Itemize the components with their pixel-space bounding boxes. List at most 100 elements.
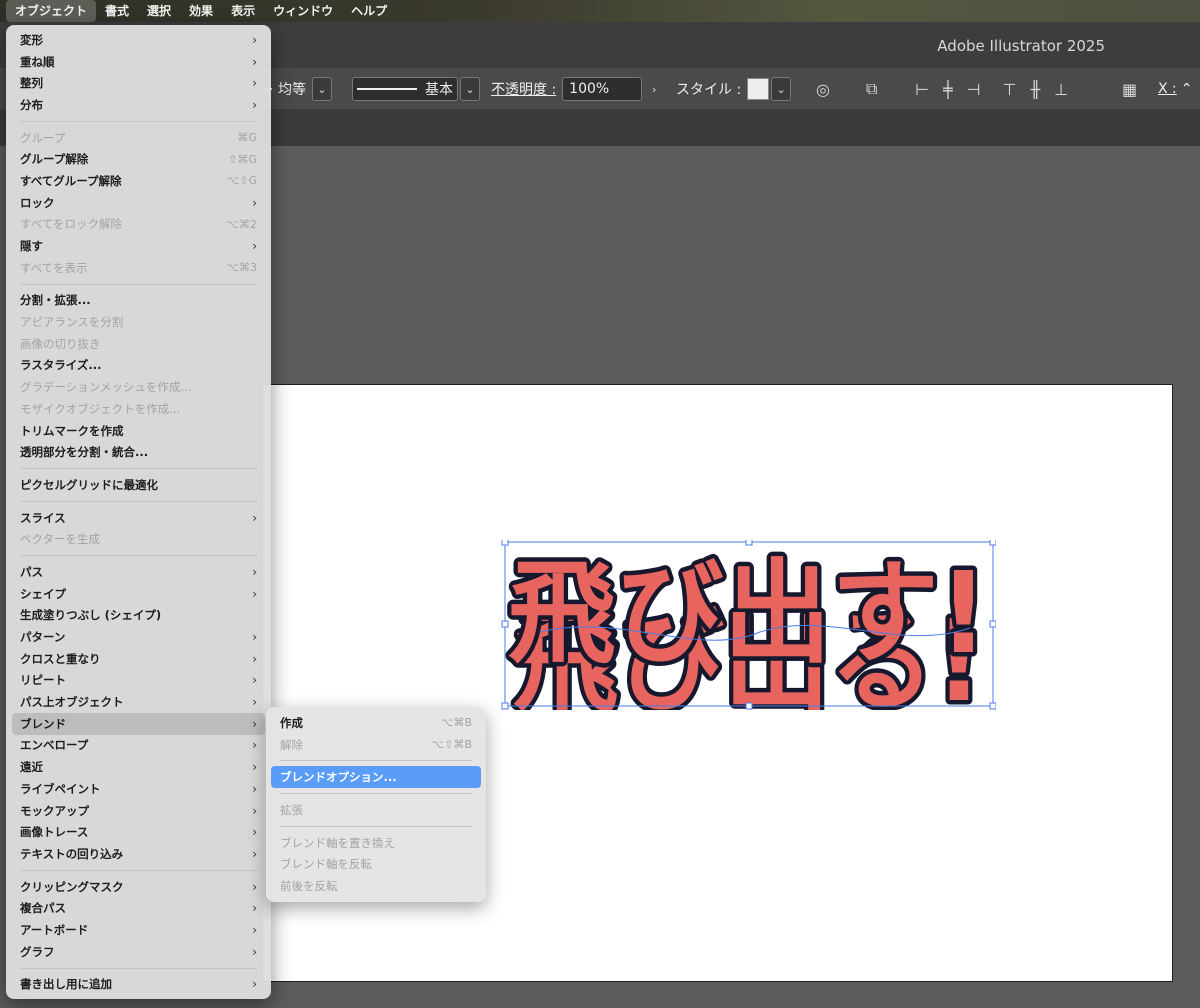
object-menu-item-label: 整列 xyxy=(20,76,43,91)
object-menu-item[interactable]: 整列 › xyxy=(12,72,265,94)
blend-menu-item[interactable]: 作成 ⌥⌘B xyxy=(271,712,481,734)
blend-menu-item: 拡張 xyxy=(271,799,481,821)
object-menu-item-label: 透明部分を分割・統合... xyxy=(20,445,149,460)
object-menu-item[interactable]: 複合パス › xyxy=(12,897,265,919)
chevron-down-icon[interactable]: ⌄ xyxy=(771,77,792,101)
object-menu-item[interactable]: ラスタライズ... xyxy=(12,355,265,377)
object-menu-item[interactable]: シェイプ › xyxy=(12,583,265,605)
object-menu-item-label: 変形 xyxy=(20,32,43,47)
align-middle-icon[interactable]: ╫ xyxy=(1030,80,1040,99)
object-menu-item[interactable]: クロスと重なり › xyxy=(12,648,265,670)
object-menu-item[interactable]: ロック › xyxy=(12,192,265,214)
object-menu-item: 画像の切り抜き xyxy=(12,333,265,355)
object-menu-item[interactable]: すべてグループ解除 ⌥⇧G xyxy=(12,170,265,192)
chevron-right-icon: › xyxy=(252,630,257,645)
align-bottom-icon[interactable]: ⊥ xyxy=(1054,80,1068,99)
chevron-right-icon: › xyxy=(252,760,257,775)
object-menu-item[interactable]: アートボード › xyxy=(12,919,265,941)
blend-menu-item[interactable]: ブレンドオプション... xyxy=(271,766,481,789)
menubar-item-type[interactable]: 書式 xyxy=(96,0,138,22)
blend-menu-item-label: 作成 xyxy=(280,715,303,730)
object-menu-item-label: 画像トレース xyxy=(20,825,89,840)
chevron-right-icon[interactable]: › xyxy=(644,77,664,101)
opacity-label[interactable]: 不透明度 : xyxy=(491,79,556,99)
object-menu-item[interactable]: ブレンド › xyxy=(12,712,265,735)
stroke-profile-select[interactable]: 均等 ⌄ xyxy=(262,77,332,101)
chevron-right-icon: › xyxy=(252,922,257,937)
chevron-right-icon: › xyxy=(252,716,257,731)
object-menu-item-label: グループ解除 xyxy=(20,152,89,167)
object-menu-item[interactable]: 重ね順 › xyxy=(12,51,265,73)
menubar-item-object[interactable]: オブジェクト xyxy=(6,0,97,22)
object-menu: 変形 › 重ね順 › 整列 › 分布 › グループ ⌘G グループ解除 ⇧⌘G すべてグループ解除 ⌥⇧G… xyxy=(6,25,271,999)
object-menu-item[interactable]: モックアップ › xyxy=(12,800,265,822)
object-menu-item[interactable]: グループ解除 ⇧⌘G xyxy=(12,148,265,170)
menubar-item-select[interactable]: 選択 xyxy=(138,0,180,22)
object-menu-item[interactable]: スライス › xyxy=(12,507,265,529)
reference-point[interactable]: ▦ xyxy=(1122,77,1137,101)
object-menu-item[interactable]: パターン › xyxy=(12,626,265,648)
menubar-item-help[interactable]: ヘルプ xyxy=(342,0,396,22)
style-swatch[interactable] xyxy=(747,78,770,100)
object-menu-item-label: エンベロープ xyxy=(20,738,89,753)
object-menu-item[interactable]: パス上オブジェクト › xyxy=(12,691,265,713)
object-menu-item-label: 複合パス xyxy=(20,901,66,916)
shortcut-hint: ⌥⌘3 xyxy=(226,261,257,275)
object-menu-item[interactable]: トリムマークを作成 xyxy=(12,420,265,442)
chevron-right-icon: › xyxy=(252,651,257,666)
object-menu-item[interactable]: 隠す › xyxy=(12,235,265,257)
object-menu-item-label: リピート xyxy=(20,673,66,688)
brush-box[interactable]: 基本 xyxy=(352,77,458,101)
menubar-item-window[interactable]: ウィンドウ xyxy=(264,0,342,22)
object-menu-item[interactable]: エンベロープ › xyxy=(12,735,265,757)
object-menu-item[interactable]: 書き出し用に追加 › xyxy=(12,974,265,996)
stepper-icon[interactable]: ⌃ xyxy=(1181,81,1193,97)
object-menu-item[interactable]: 画像トレース › xyxy=(12,821,265,843)
transform-button[interactable]: ⧉ xyxy=(866,77,877,101)
chevron-right-icon: › xyxy=(252,977,257,992)
object-menu-item-label: パス xyxy=(20,564,43,579)
transform-icon: ⧉ xyxy=(866,79,878,98)
shortcut-hint: ⌥⌘2 xyxy=(226,217,257,231)
object-menu-item-label: モザイクオブジェクトを作成... xyxy=(20,401,181,416)
object-menu-item[interactable]: 変形 › xyxy=(12,29,265,51)
object-menu-item-label: 書き出し用に追加 xyxy=(20,977,112,992)
object-menu-item[interactable]: グラフ › xyxy=(12,941,265,963)
object-menu-item-label: アートボード xyxy=(20,922,89,937)
blended-text-artwork[interactable]: 飛び出る! 飛び出る! 飛び出す! 飛び出す! xyxy=(500,540,996,710)
blend-menu-item: ブレンド軸を反転 xyxy=(271,853,481,875)
object-menu-item-label: ブレンド xyxy=(20,716,66,731)
chevron-right-icon: › xyxy=(252,901,257,916)
blend-menu-item-label: 解除 xyxy=(280,737,303,752)
object-menu-item[interactable]: ライブペイント › xyxy=(12,778,265,800)
chevron-right-icon: › xyxy=(252,510,257,525)
chevron-down-icon[interactable]: ⌄ xyxy=(460,77,480,101)
object-menu-item[interactable]: 遠近 › xyxy=(12,756,265,778)
menu-separator xyxy=(280,825,472,827)
object-menu-item[interactable]: リピート › xyxy=(12,670,265,692)
object-menu-item-label: すべてグループ解除 xyxy=(20,173,122,188)
object-menu-item[interactable]: 分布 › xyxy=(12,94,265,116)
object-menu-item[interactable]: 透明部分を分割・統合... xyxy=(12,441,265,463)
object-menu-item[interactable]: パス › xyxy=(12,561,265,583)
brush-select[interactable]: 基本 ⌄ xyxy=(352,77,480,101)
blend-menu-item: 解除 ⌥⇧⌘B xyxy=(271,734,481,756)
object-menu-item[interactable]: 生成塗りつぶし (シェイプ) xyxy=(12,605,265,627)
align-right-icon[interactable]: ⊣ xyxy=(967,80,981,99)
opacity-field[interactable]: 100% xyxy=(562,77,643,101)
chevron-down-icon[interactable]: ⌄ xyxy=(312,77,332,101)
align-center-icon[interactable]: ╪ xyxy=(943,80,953,99)
object-menu-item[interactable]: テキストの回り込み › xyxy=(12,843,265,865)
object-menu-item[interactable]: 分割・拡張... xyxy=(12,290,265,312)
object-menu-item-label: 遠近 xyxy=(20,760,43,775)
object-menu-item-label: ロック xyxy=(20,195,55,210)
recolor-button[interactable]: ◎ xyxy=(816,77,830,101)
align-left-icon[interactable]: ⊢ xyxy=(915,80,929,99)
object-menu-item[interactable]: クリッピングマスク › xyxy=(12,876,265,898)
object-menu-item-label: グループ xyxy=(20,130,66,145)
menubar-item-effect[interactable]: 効果 xyxy=(180,0,222,22)
opacity-control: 不透明度 : 100% › xyxy=(491,77,664,101)
menubar-item-view[interactable]: 表示 xyxy=(222,0,264,22)
align-top-icon[interactable]: ⊤ xyxy=(1003,80,1017,99)
object-menu-item[interactable]: ピクセルグリッドに最適化 xyxy=(12,474,265,496)
